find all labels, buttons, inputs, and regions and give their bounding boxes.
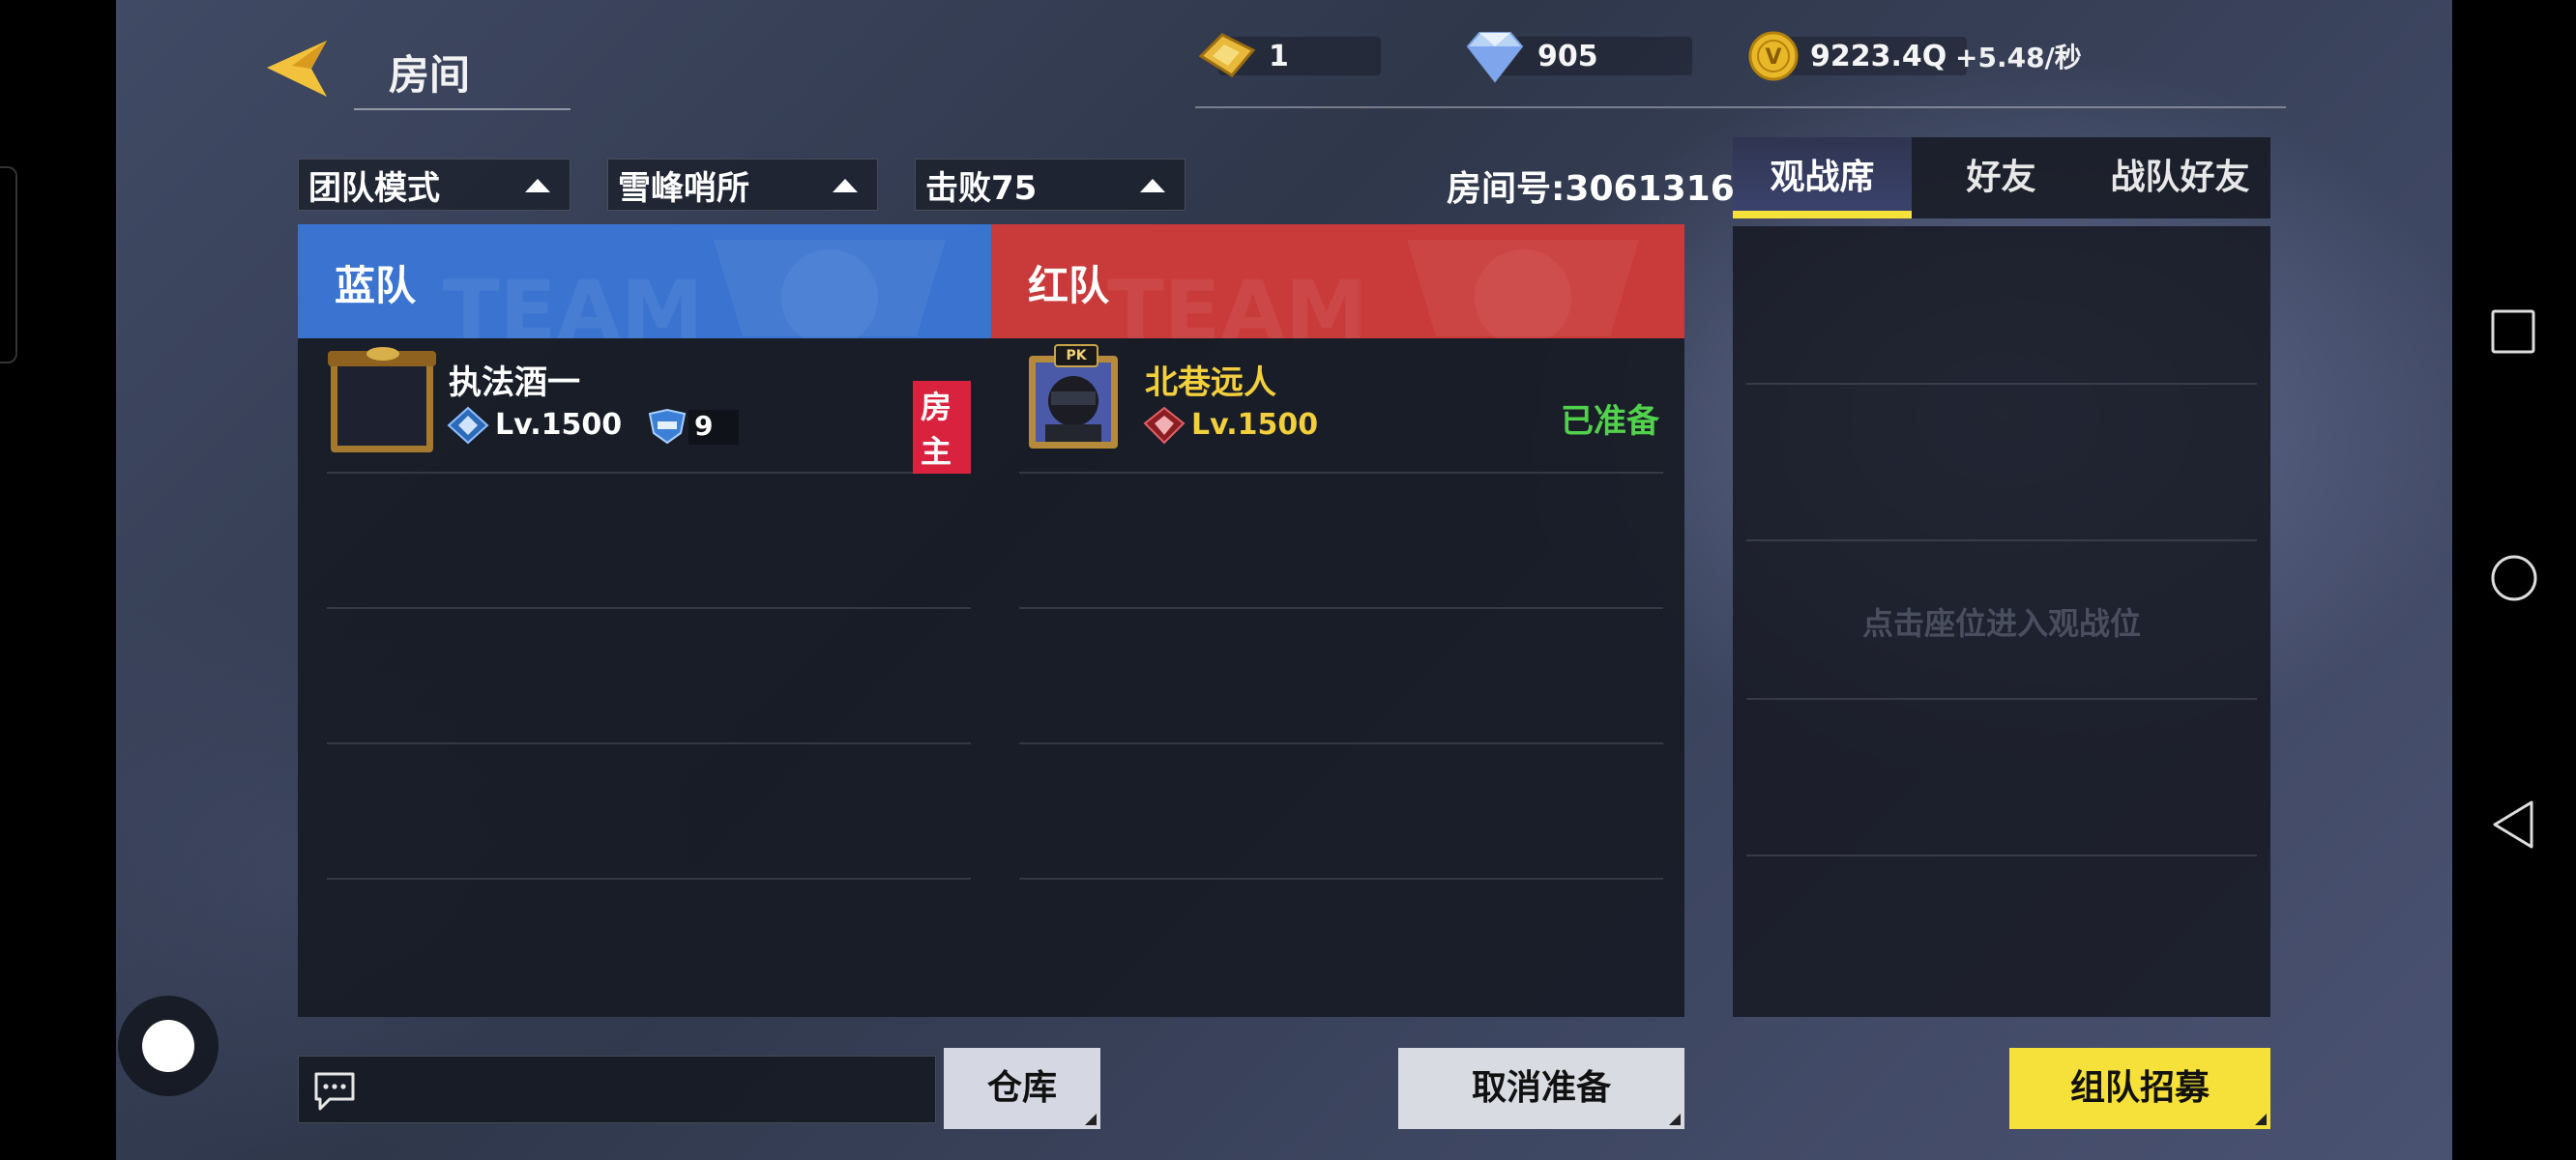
blue-empty-slot[interactable] <box>327 474 971 605</box>
diamond-resource: 905 <box>1464 29 1692 83</box>
red-empty-slot[interactable] <box>1019 609 1663 740</box>
coin-icon: V <box>1748 31 1799 81</box>
back-nav-icon[interactable] <box>2489 798 2537 851</box>
ready-status: 已准备 <box>1561 402 1659 441</box>
wolf-emblem-icon <box>1407 240 1639 338</box>
red-empty-slot[interactable] <box>1019 474 1663 605</box>
chat-bubble-icon <box>314 1072 355 1111</box>
corner-mark-icon <box>1085 1114 1097 1125</box>
warehouse-button[interactable]: 仓库 <box>944 1048 1100 1129</box>
spectator-hint: 点击座位进入观战位 <box>1861 605 2141 642</box>
clan-rank-value: 9 <box>694 410 714 442</box>
tab-friends[interactable]: 好友 <box>1912 137 2091 218</box>
caret-up-icon <box>833 179 858 192</box>
home-icon[interactable] <box>2489 553 2539 603</box>
tab-friends-label: 好友 <box>1966 158 2036 197</box>
corner-mark-icon <box>2255 1114 2267 1125</box>
player-level: Lv.1500 <box>495 408 623 442</box>
spectator-tabs: 观战席 好友 战队好友 <box>1733 137 2270 218</box>
back-button[interactable] <box>263 37 331 101</box>
spectator-seat[interactable] <box>1746 385 2257 539</box>
corner-mark-icon <box>1669 1114 1681 1125</box>
player-level: Lv.1500 <box>1191 408 1319 442</box>
tab-clan-friends-label: 战队好友 <box>2110 158 2250 197</box>
player-name: 北巷远人 <box>1145 363 1276 402</box>
floating-assist-button[interactable] <box>118 996 219 1096</box>
mode-label: 团队模式 <box>308 168 440 208</box>
teams-panel: TEAM 蓝队 TEAM 红队 执法酒一 Lv.1500 9 房主 PK 北巷远… <box>298 224 1684 1017</box>
title-underline <box>354 108 571 110</box>
active-tab-indicator <box>1733 211 1912 218</box>
team-watermark: TEAM <box>1107 263 1368 338</box>
spectator-seat[interactable] <box>1746 700 2257 855</box>
warehouse-label: 仓库 <box>986 1068 1057 1108</box>
spectator-seat[interactable] <box>1746 226 2257 383</box>
recent-apps-icon[interactable] <box>2489 307 2537 356</box>
cancel-ready-button[interactable]: 取消准备 <box>1398 1048 1684 1129</box>
caret-up-icon <box>1140 179 1165 192</box>
tab-spectator-label: 观战席 <box>1770 158 1875 197</box>
red-team-name: 红队 <box>1028 262 1110 309</box>
back-arrow-icon <box>267 41 327 97</box>
chat-input[interactable] <box>298 1056 936 1123</box>
blue-empty-slot[interactable] <box>327 744 971 876</box>
blue-team-name: 蓝队 <box>335 262 417 309</box>
blue-team-header: TEAM 蓝队 <box>298 224 991 338</box>
red-empty-slot[interactable] <box>1019 744 1663 876</box>
blue-player-row[interactable]: 执法酒一 Lv.1500 9 房主 <box>327 347 971 474</box>
map-label: 雪峰哨所 <box>618 168 749 208</box>
spectator-seat[interactable] <box>1746 856 2257 1017</box>
level-rank-icon <box>1143 406 1186 445</box>
clan-shield-icon <box>648 408 687 445</box>
spectator-panel: 点击座位进入观战位 <box>1733 226 2270 1017</box>
target-dropdown[interactable]: 击败75 <box>915 159 1186 211</box>
eagle-emblem-icon <box>714 240 946 338</box>
page-title: 房间 <box>389 51 471 99</box>
header-divider <box>1195 106 2286 108</box>
tab-clan-friends[interactable]: 战队好友 <box>2091 137 2269 218</box>
svg-text:V: V <box>1765 45 1781 70</box>
slot-divider <box>327 878 971 880</box>
team-watermark: TEAM <box>443 263 704 338</box>
pk-badge-icon: PK <box>1054 344 1098 367</box>
ticket-icon <box>1198 33 1256 77</box>
recruit-label: 组队招募 <box>2069 1068 2210 1108</box>
level-rank-icon <box>447 406 489 445</box>
income-rate: +5.48/秒 <box>1955 42 2082 73</box>
map-dropdown[interactable]: 雪峰哨所 <box>607 159 878 211</box>
recruit-button[interactable]: 组队招募 <box>2009 1048 2270 1129</box>
coin-resource: V 9223.4Q <box>1748 29 1967 83</box>
room-number: 房间号:3061316 <box>1447 169 1735 209</box>
ticket-resource: 1 <box>1193 29 1381 83</box>
red-player-row[interactable]: PK 北巷远人 Lv.1500 已准备 <box>1019 344 1663 464</box>
player-name: 执法酒一 <box>449 363 580 402</box>
cancel-ready-label: 取消准备 <box>1471 1068 1611 1108</box>
caret-up-icon <box>525 179 550 192</box>
mode-dropdown[interactable]: 团队模式 <box>298 159 571 211</box>
red-team-header: TEAM 红队 <box>991 224 1684 338</box>
slot-divider <box>1019 878 1663 880</box>
avatar-frame[interactable] <box>328 347 436 452</box>
assist-dot-icon <box>142 1020 194 1072</box>
host-badge: 房主 <box>913 381 971 474</box>
masked-soldier-avatar <box>1036 362 1111 442</box>
tab-spectator[interactable]: 观战席 <box>1733 137 1912 218</box>
left-black-bar <box>0 0 116 1160</box>
diamond-icon <box>1466 32 1524 83</box>
blue-empty-slot[interactable] <box>327 609 971 740</box>
edge-handle[interactable] <box>0 166 17 363</box>
avatar[interactable] <box>1029 356 1118 449</box>
target-label: 击败75 <box>925 168 1038 208</box>
